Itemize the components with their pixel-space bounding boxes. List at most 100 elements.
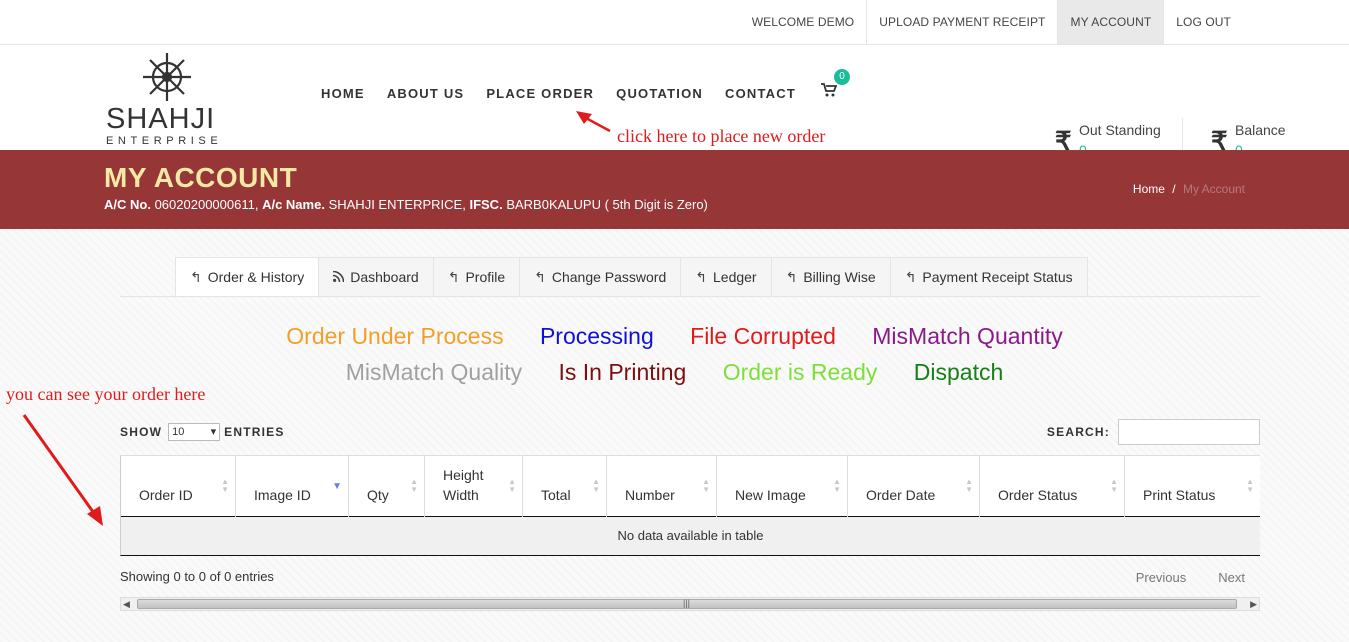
legend-mismatch-quality: MisMatch Quality: [345, 359, 523, 385]
tab-order-history[interactable]: ↰ Order & History: [175, 257, 320, 297]
col-qty[interactable]: Qty ▲ ▼: [348, 456, 424, 517]
entries-label: ENTRIES: [224, 425, 285, 439]
col-image-id[interactable]: Image ID ▼: [235, 456, 348, 517]
table-header: Order ID ▲ ▼ Image ID ▼ Qty ▲ ▼ Height Width ▲…: [120, 455, 1260, 517]
sort-icon: ▲ ▼: [833, 477, 841, 494]
search-input[interactable]: [1118, 419, 1260, 445]
breadcrumb-home[interactable]: Home: [1133, 182, 1165, 196]
place-order-annotation: click here to place new order: [617, 126, 826, 146]
nav-contact[interactable]: CONTACT: [725, 86, 796, 101]
legend-is-in-printing: Is In Printing: [558, 359, 687, 385]
previous-button[interactable]: Previous: [1136, 570, 1187, 585]
sort-desc-icon: ▼: [332, 481, 342, 492]
column-label: Order Date: [866, 487, 936, 503]
top-bar: WELCOME DEMO UPLOAD PAYMENT RECEIPT MY A…: [0, 0, 1349, 45]
column-label: Order Status: [998, 487, 1078, 503]
column-label: Total: [541, 487, 571, 503]
upload-payment-receipt-link[interactable]: UPLOAD PAYMENT RECEIPT: [866, 0, 1057, 44]
tab-label: Payment Receipt Status: [922, 269, 1073, 285]
page-banner: MY ACCOUNT A/C No. 06020200000611, A/c N…: [0, 150, 1349, 229]
cart-button[interactable]: 0: [821, 69, 850, 103]
logo[interactable]: SHAHJI ENTERPRISE: [105, 51, 235, 147]
sort-icon: ▲ ▼: [1110, 477, 1118, 494]
tab-label: Order & History: [207, 269, 305, 285]
nav-place-order[interactable]: PLACE ORDER: [486, 86, 594, 101]
empty-table-row: No data available in table: [120, 517, 1260, 556]
sort-icon: ▲ ▼: [410, 477, 418, 494]
sort-icon: ▲ ▼: [221, 477, 229, 494]
orders-table: Order ID ▲ ▼ Image ID ▼ Qty ▲ ▼ Height Width ▲…: [120, 455, 1260, 556]
sort-icon: ▲ ▼: [965, 477, 973, 494]
show-label: SHOW: [120, 425, 163, 439]
sort-icon: ▲ ▼: [702, 477, 710, 494]
breadcrumb: Home / My Account: [1133, 182, 1245, 196]
next-button[interactable]: Next: [1218, 570, 1245, 585]
tab-label: Change Password: [551, 269, 667, 285]
entries-control: SHOW 10 ENTRIES: [120, 423, 285, 441]
tab-profile[interactable]: ↰ Profile: [433, 257, 521, 297]
tab-billing-wise[interactable]: ↰ Billing Wise: [771, 257, 891, 297]
sort-icon: ▲ ▼: [592, 477, 600, 494]
legend-order-under-process: Order Under Process: [286, 323, 504, 349]
column-label: Number: [625, 487, 675, 503]
tabs-divider: [120, 296, 1260, 297]
tab-label: Profile: [465, 269, 506, 285]
col-height-width[interactable]: Height Width ▲ ▼: [424, 456, 522, 517]
table-info: Showing 0 to 0 of 0 entries: [120, 569, 274, 584]
rss-icon: [333, 269, 345, 285]
orders-annotation: you can see your order here: [6, 384, 206, 404]
horizontal-scrollbar[interactable]: ◀ ||| ▶: [120, 597, 1260, 611]
ship-wheel-icon: [143, 53, 191, 101]
grip-icon: |||: [683, 598, 691, 608]
col-new-image[interactable]: New Image ▲ ▼: [716, 456, 847, 517]
legend-processing: Processing: [539, 323, 654, 349]
ac-name-label: A/c Name.: [262, 197, 325, 212]
col-number[interactable]: Number ▲ ▼: [606, 456, 716, 517]
reply-icon: ↰: [904, 268, 917, 285]
top-links: WELCOME DEMO UPLOAD PAYMENT RECEIPT MY A…: [740, 0, 1243, 44]
legend-order-is-ready: Order is Ready: [722, 359, 878, 385]
cart-icon: [821, 83, 838, 97]
scroll-left-icon[interactable]: ◀: [123, 598, 130, 610]
reply-icon: ↰: [534, 268, 546, 285]
logout-link[interactable]: LOG OUT: [1163, 0, 1243, 44]
column-label: New Image: [735, 487, 806, 503]
ac-name-value: SHAHJI ENTERPRICE,: [328, 197, 466, 212]
tab-dashboard[interactable]: Dashboard: [319, 257, 434, 297]
nav-about-us[interactable]: ABOUT US: [387, 86, 465, 101]
entries-select[interactable]: 10: [168, 423, 221, 441]
col-total[interactable]: Total ▲ ▼: [522, 456, 606, 517]
legend-file-corrupted: File Corrupted: [690, 323, 836, 349]
legend-mismatch-quantity: MisMatch Quantity: [872, 323, 1063, 349]
main-nav: HOME ABOUT US PLACE ORDER QUOTATION CONT…: [310, 69, 850, 103]
ac-no-label: A/C No.: [104, 197, 151, 212]
sort-icon: ▲ ▼: [508, 477, 516, 494]
nav-quotation[interactable]: QUOTATION: [616, 86, 703, 101]
tab-label: Dashboard: [350, 269, 419, 285]
sort-icon: ▲ ▼: [1246, 477, 1254, 494]
col-print-status[interactable]: Print Status ▲ ▼: [1124, 456, 1260, 517]
column-label: Image ID: [254, 487, 311, 503]
ifsc-label: IFSC.: [469, 197, 503, 212]
nav-home[interactable]: HOME: [321, 86, 365, 101]
page-title: MY ACCOUNT: [104, 162, 298, 193]
table-search: SEARCH:: [1047, 419, 1260, 445]
scroll-right-icon[interactable]: ▶: [1250, 598, 1257, 610]
pagination: Previous Next: [1104, 570, 1245, 585]
outstanding-label: Out Standing: [1079, 122, 1161, 138]
col-order-id[interactable]: Order ID ▲ ▼: [120, 456, 235, 517]
tab-ledger[interactable]: ↰ Ledger: [681, 257, 772, 297]
col-order-status[interactable]: Order Status ▲ ▼: [979, 456, 1124, 517]
reply-icon: ↰: [695, 268, 707, 285]
col-order-date[interactable]: Order Date ▲ ▼: [847, 456, 979, 517]
reply-icon: ↰: [447, 268, 460, 285]
account-info: A/C No. 06020200000611, A/c Name. SHAHJI…: [104, 197, 708, 212]
tab-payment-receipt-status[interactable]: ↰ Payment Receipt Status: [890, 257, 1088, 297]
tab-label: Ledger: [713, 269, 757, 285]
welcome-link[interactable]: WELCOME DEMO: [740, 0, 867, 44]
reply-icon: ↰: [190, 268, 202, 285]
status-legend-row-1: Order Under Process Processing File Corr…: [0, 323, 1349, 350]
my-account-link[interactable]: MY ACCOUNT: [1057, 0, 1164, 44]
scrollbar-thumb[interactable]: |||: [137, 598, 1237, 609]
tab-change-password[interactable]: ↰ Change Password: [520, 257, 682, 297]
